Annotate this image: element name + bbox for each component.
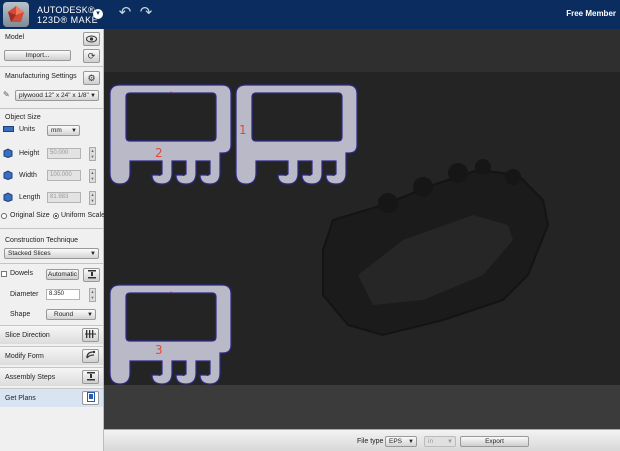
- width-input[interactable]: 100.000: [47, 170, 81, 181]
- manufacturing-settings-label: Manufacturing Settings: [5, 73, 77, 80]
- material-dropdown[interactable]: plywood 12" x 24" x 1/8" ▼: [15, 90, 99, 101]
- get-plans-label: Get Plans: [5, 395, 36, 402]
- length-label: Length: [19, 194, 41, 201]
- get-plans-row[interactable]: Get Plans: [0, 388, 103, 407]
- chevron-down-icon: ▼: [447, 439, 453, 445]
- ruler-icon: [3, 125, 14, 135]
- refresh-icon[interactable]: ⟳: [83, 49, 100, 63]
- assembly-steps-row[interactable]: Assembly Steps: [0, 367, 103, 386]
- canvas-bottom-band: [104, 385, 620, 429]
- shape-dropdown[interactable]: Round ▼: [46, 309, 96, 320]
- piece-number: 1: [239, 123, 247, 137]
- slice-direction-icon[interactable]: [82, 328, 99, 342]
- construction-technique-label: Construction Technique: [5, 237, 79, 244]
- height-stepper[interactable]: ▲ ▼: [89, 147, 96, 161]
- modify-form-label: Modify Form: [5, 353, 44, 360]
- slice-direction-row[interactable]: Slice Direction: [0, 325, 103, 344]
- piece-number: 3: [155, 343, 163, 357]
- sidebar: Model Import... ⟳ Manufacturing Settings…: [0, 29, 105, 451]
- uniform-scale-radio[interactable]: [53, 213, 59, 219]
- dowels-checkbox[interactable]: [1, 271, 7, 277]
- assembly-steps-label: Assembly Steps: [5, 374, 56, 381]
- automatic-button[interactable]: Automatic: [46, 269, 79, 280]
- model-label: Model: [5, 34, 25, 41]
- original-size-radio[interactable]: [1, 213, 7, 219]
- chevron-down-icon: ▼: [90, 251, 96, 257]
- diameter-input[interactable]: 8.350: [46, 289, 80, 300]
- length-icon: [3, 192, 13, 204]
- get-plans-icon[interactable]: [82, 391, 99, 405]
- uniform-scale-label: Uniform Scale: [61, 212, 105, 219]
- length-stepper[interactable]: ▲ ▼: [89, 191, 96, 205]
- slice-piece-1[interactable]: 1: [234, 83, 360, 191]
- width-label: Width: [19, 172, 37, 179]
- piece-number: 2: [155, 146, 163, 160]
- material-value: plywood 12" x 24" x 1/8": [19, 92, 89, 99]
- file-type-value: EPS: [389, 438, 403, 445]
- units-label: Units: [19, 126, 35, 133]
- export-button[interactable]: Export: [460, 436, 529, 447]
- brand-line-2: 123D® MAKE: [37, 15, 99, 25]
- gear-icon[interactable]: ⚙: [83, 71, 100, 85]
- shape-label: Shape: [10, 311, 31, 318]
- height-input[interactable]: 50.000: [47, 148, 81, 159]
- undo-icon[interactable]: ↶: [117, 5, 133, 20]
- export-unit-dropdown[interactable]: in ▼: [424, 436, 456, 447]
- assembly-steps-icon[interactable]: [82, 370, 99, 384]
- chevron-down-icon: ▼: [87, 312, 93, 318]
- units-dropdown[interactable]: mm ▼: [47, 125, 80, 136]
- chevron-down-icon: ▼: [71, 128, 77, 134]
- chevron-down-icon: ▼: [90, 93, 96, 99]
- length-input[interactable]: 81.983: [47, 192, 81, 203]
- top-bar: AUTODESK® 123D® MAKE ▾ ↶ ↷ Free Member: [0, 0, 620, 29]
- canvas-top-band: [104, 29, 620, 72]
- redo-icon[interactable]: ↷: [138, 5, 154, 20]
- dowel-settings-icon[interactable]: [83, 268, 100, 282]
- eye-icon[interactable]: [83, 32, 100, 46]
- diameter-label: Diameter: [10, 291, 39, 298]
- export-bar: File type EPS ▼ in ▼ Export: [104, 429, 620, 451]
- slice-piece-3[interactable]: 3: [108, 283, 234, 391]
- import-button[interactable]: Import...: [4, 50, 71, 61]
- dowels-label: Dowels: [10, 270, 33, 277]
- units-value: mm: [51, 127, 62, 134]
- file-type-dropdown[interactable]: EPS ▼: [385, 436, 417, 447]
- width-stepper[interactable]: ▲ ▼: [89, 169, 96, 183]
- brand-line-1: AUTODESK®: [37, 5, 95, 15]
- height-label: Height: [19, 150, 40, 157]
- width-icon: [3, 170, 13, 182]
- shape-value: Round: [54, 311, 74, 318]
- file-type-label: File type: [357, 438, 384, 445]
- diameter-stepper[interactable]: ▲ ▼: [89, 288, 96, 302]
- slice-piece-2[interactable]: 2: [108, 83, 234, 191]
- original-size-label: Original Size: [10, 212, 50, 219]
- chevron-down-icon: ▼: [408, 439, 414, 445]
- technique-value: Stacked Slices: [8, 250, 51, 257]
- member-status[interactable]: Free Member: [566, 9, 616, 18]
- modify-form-icon[interactable]: [82, 349, 99, 363]
- object-size-label: Object Size: [5, 114, 41, 121]
- modify-form-row[interactable]: Modify Form: [0, 346, 103, 365]
- app-logo-icon[interactable]: [3, 2, 29, 27]
- technique-dropdown[interactable]: Stacked Slices ▼: [4, 248, 99, 259]
- slice-direction-label: Slice Direction: [5, 332, 50, 339]
- pencil-icon[interactable]: ✎: [3, 90, 10, 99]
- height-icon: [3, 148, 13, 160]
- export-unit-value: in: [428, 438, 434, 445]
- app-menu-chevron-icon[interactable]: ▾: [93, 9, 103, 19]
